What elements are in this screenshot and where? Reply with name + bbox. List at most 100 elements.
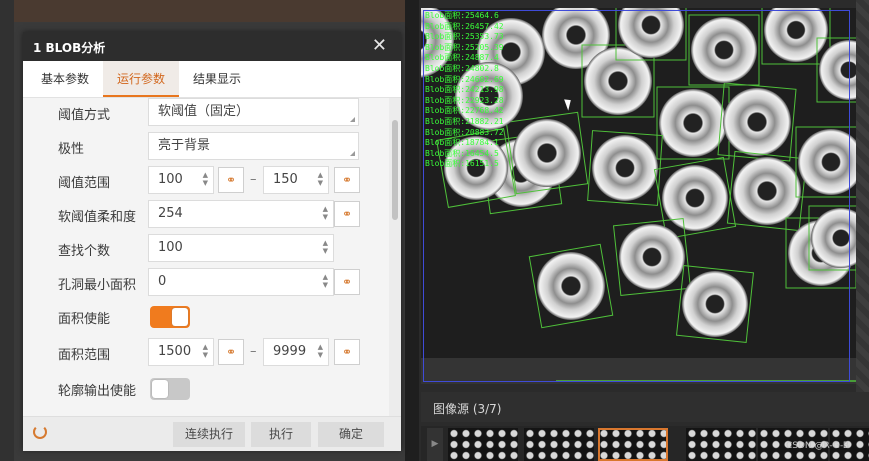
- blob-area-label: Blob面积:25205.39: [425, 42, 504, 52]
- blob-area-label: Blob面积:22923.28: [425, 95, 504, 105]
- part-ring: [662, 165, 728, 231]
- left-toolbar-strip: [0, 0, 14, 461]
- spin-arrows-icon[interactable]: ▲ ▼: [323, 273, 328, 289]
- find-count-input[interactable]: 100 ▲ ▼: [148, 234, 334, 262]
- threshold-max-value: 150: [273, 172, 298, 187]
- area-enable-label: 面积使能: [58, 312, 111, 327]
- area-min-value: 1500: [158, 344, 192, 359]
- continuous-run-button[interactable]: 连续执行: [173, 422, 245, 447]
- row-threshold-range: 阈值范围 100 ▲ ▼ ⚭ – 150 ▲ ▼ ⚭: [23, 166, 389, 196]
- part-ring: [659, 89, 727, 157]
- row-contour-output: 轮廓输出使能: [23, 374, 389, 404]
- left-panel-top-strip: [0, 0, 405, 22]
- part-ring: [584, 47, 652, 115]
- softness-label: 软阈值柔和度: [58, 210, 137, 225]
- part-ring: [733, 157, 801, 225]
- tab-bar: 基本参数 运行参数 结果显示: [23, 61, 401, 98]
- blob-area-label: Blob面积:20883.72: [425, 127, 504, 137]
- tab-basic-params[interactable]: 基本参数: [27, 61, 103, 97]
- transparent-area-pattern: [856, 0, 869, 400]
- image-source-title: 图像源 (3/7): [433, 402, 502, 416]
- play-icon[interactable]: ▶: [427, 428, 443, 461]
- blob-analysis-dialog: 1 BLOB分析 ✕ 基本参数 运行参数 结果显示 阈值方式 软阈值（固定） 极…: [23, 32, 401, 451]
- spin-arrows-icon[interactable]: ▲ ▼: [318, 171, 323, 187]
- form-scrollbar[interactable]: [389, 98, 401, 416]
- find-count-value: 100: [158, 240, 183, 255]
- area-max-input[interactable]: 9999 ▲ ▼: [263, 338, 329, 366]
- part-ring: [723, 88, 791, 156]
- row-area-enable: 面积使能: [23, 302, 389, 332]
- toggle-knob: [152, 380, 168, 398]
- spin-arrows-icon[interactable]: ▲ ▼: [318, 343, 323, 359]
- link-icon[interactable]: ⚭: [334, 269, 360, 295]
- row-threshold-mode: 阈值方式 软阈值（固定）: [23, 98, 389, 128]
- blob-area-label: Blob面积:24602.69: [425, 74, 504, 84]
- toggle-knob: [172, 308, 188, 326]
- hole-min-area-input[interactable]: 0 ▲ ▼: [148, 268, 334, 296]
- confirm-button[interactable]: 确定: [318, 422, 384, 447]
- blob-area-label: Blob面积:21882.21: [425, 116, 504, 126]
- watermark: CSDN @R-G-B: [786, 441, 850, 451]
- run-button[interactable]: 执行: [251, 422, 311, 447]
- threshold-mode-label: 阈值方式: [58, 108, 111, 123]
- thumbnail[interactable]: [686, 428, 756, 461]
- blob-area-label: Blob面积:25464.6: [425, 11, 499, 20]
- spin-arrows-icon[interactable]: ▲ ▼: [323, 205, 328, 221]
- threshold-min-value: 100: [158, 172, 183, 187]
- row-polarity: 极性 亮于背景: [23, 132, 389, 162]
- dialog-header: 1 BLOB分析 ✕: [23, 32, 401, 61]
- threshold-max-input[interactable]: 150 ▲ ▼: [263, 166, 329, 194]
- area-range-label: 面积范围: [58, 348, 111, 363]
- spin-arrows-icon[interactable]: ▲ ▼: [203, 343, 208, 359]
- blob-area-label: Blob面积:25353.73: [425, 32, 504, 42]
- softness-value: 254: [158, 206, 183, 221]
- range-separator: –: [250, 344, 257, 359]
- panel-divider[interactable]: [405, 0, 419, 461]
- contour-output-toggle[interactable]: [150, 378, 190, 400]
- blob-area-label: Blob面积:22768.42: [425, 106, 504, 116]
- threshold-range-label: 阈值范围: [58, 176, 111, 191]
- link-icon[interactable]: ⚭: [334, 339, 360, 365]
- blob-area-label: Blob面积:24887.4: [425, 53, 499, 63]
- dialog-title: 1 BLOB分析: [33, 41, 106, 55]
- link-icon[interactable]: ⚭: [334, 201, 360, 227]
- hole-min-area-value: 0: [158, 274, 167, 289]
- threshold-mode-select[interactable]: 软阈值（固定）: [148, 98, 359, 126]
- thumbnail[interactable]: [524, 428, 594, 461]
- scrollbar-thumb[interactable]: [392, 120, 398, 220]
- tab-run-params[interactable]: 运行参数: [103, 61, 179, 97]
- row-softness: 软阈值柔和度 254 ▲ ▼ ⚭: [23, 200, 389, 230]
- link-icon[interactable]: ⚭: [218, 339, 244, 365]
- softness-input[interactable]: 254 ▲ ▼: [148, 200, 334, 228]
- polarity-select[interactable]: 亮于背景: [148, 132, 359, 160]
- blob-area-label: Blob面积:24213.98: [425, 85, 504, 95]
- find-count-label: 查找个数: [58, 244, 111, 259]
- polarity-label: 极性: [58, 142, 85, 157]
- area-max-value: 9999: [273, 344, 307, 359]
- link-icon[interactable]: ⚭: [218, 167, 244, 193]
- blob-area-label: Blob面积:16151.5: [425, 159, 499, 169]
- dialog-footer: 连续执行 执行 确定: [23, 416, 401, 451]
- contour-output-label: 轮廓输出使能: [58, 384, 137, 399]
- range-separator: –: [250, 172, 257, 187]
- tab-result-display[interactable]: 结果显示: [179, 61, 255, 97]
- threshold-min-input[interactable]: 100 ▲ ▼: [148, 166, 214, 194]
- close-icon[interactable]: ✕: [372, 35, 387, 56]
- row-find-count: 查找个数 100 ▲ ▼: [23, 234, 389, 264]
- thumbnail[interactable]: [448, 428, 518, 461]
- spin-arrows-icon[interactable]: ▲ ▼: [203, 171, 208, 187]
- blob-area-label: Blob面积:16454.5: [425, 148, 499, 158]
- part-ring: [691, 17, 757, 83]
- area-min-input[interactable]: 1500 ▲ ▼: [148, 338, 214, 366]
- row-area-range: 面积范围 1500 ▲ ▼ ⚭ – 9999 ▲ ▼ ⚭: [23, 338, 389, 368]
- blob-area-label: Blob面积:26457.42: [425, 21, 504, 31]
- part-ring: [682, 271, 748, 337]
- part-ring: [619, 224, 685, 290]
- link-icon[interactable]: ⚭: [334, 167, 360, 193]
- row-hole-min-area: 孔洞最小面积 0 ▲ ▼ ⚭: [23, 268, 389, 298]
- spin-arrows-icon[interactable]: ▲ ▼: [323, 239, 328, 255]
- area-enable-toggle[interactable]: [150, 306, 190, 328]
- hole-min-area-label: 孔洞最小面积: [58, 278, 137, 293]
- reset-icon[interactable]: [33, 425, 47, 439]
- thumbnail-selected[interactable]: [598, 428, 668, 461]
